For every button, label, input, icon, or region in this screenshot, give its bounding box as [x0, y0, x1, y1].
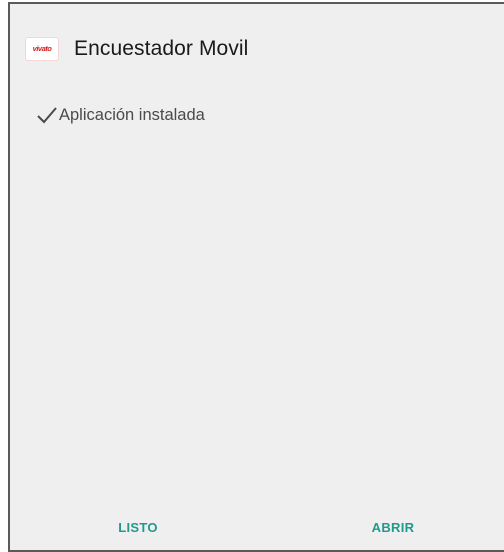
done-button[interactable]: LISTO — [108, 512, 168, 542]
install-status: Aplicación instalada — [36, 103, 205, 127]
app-logo-text: vivato — [32, 44, 52, 54]
app-logo-icon: vivato — [26, 38, 58, 60]
check-icon — [37, 107, 57, 124]
install-dialog — [8, 2, 504, 552]
app-title: Encuestador Movil — [74, 37, 249, 60]
install-status-text: Aplicación instalada — [59, 105, 205, 124]
open-button[interactable]: ABRIR — [361, 512, 425, 542]
app-header: vivato Encuestador Movil — [26, 33, 248, 65]
